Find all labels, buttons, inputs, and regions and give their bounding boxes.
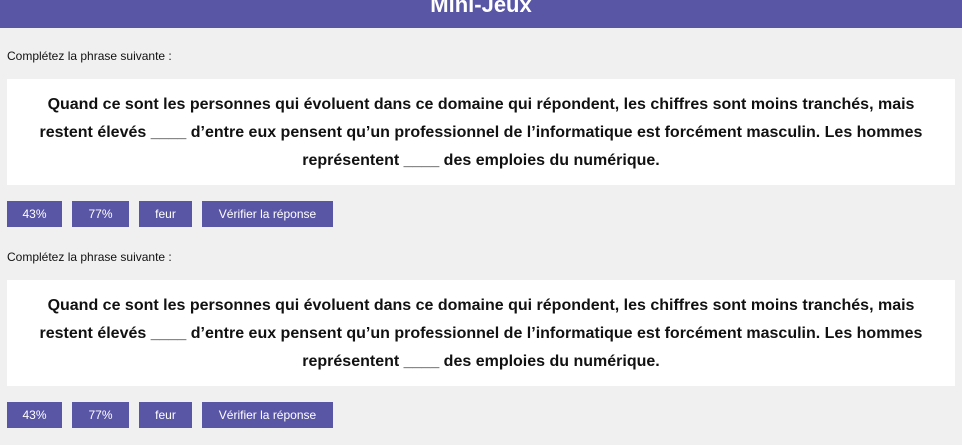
answer-buttons: 43% 77% feur Vérifier la réponse: [7, 201, 333, 227]
page-title: Mini-Jeux: [430, 0, 532, 17]
option-43-button[interactable]: 43%: [7, 402, 62, 428]
exercise-prompt: Complétez la phrase suivante :: [7, 49, 172, 63]
app-header: Mini-Jeux: [0, 0, 962, 28]
option-feur-button[interactable]: feur: [139, 201, 192, 227]
verify-answer-button[interactable]: Vérifier la réponse: [202, 402, 333, 428]
sentence-text: Quand ce sont les personnes qui évoluent…: [39, 297, 923, 370]
verify-answer-button[interactable]: Vérifier la réponse: [202, 201, 333, 227]
option-77-button[interactable]: 77%: [72, 201, 129, 227]
option-feur-button[interactable]: feur: [139, 402, 192, 428]
option-43-button[interactable]: 43%: [7, 201, 62, 227]
sentence-text: Quand ce sont les personnes qui évoluent…: [39, 96, 923, 169]
sentence-card: Quand ce sont les personnes qui évoluent…: [7, 280, 955, 386]
exercise-prompt: Complétez la phrase suivante :: [7, 250, 172, 264]
answer-buttons: 43% 77% feur Vérifier la réponse: [7, 402, 333, 428]
sentence-card: Quand ce sont les personnes qui évoluent…: [7, 79, 955, 185]
option-77-button[interactable]: 77%: [72, 402, 129, 428]
